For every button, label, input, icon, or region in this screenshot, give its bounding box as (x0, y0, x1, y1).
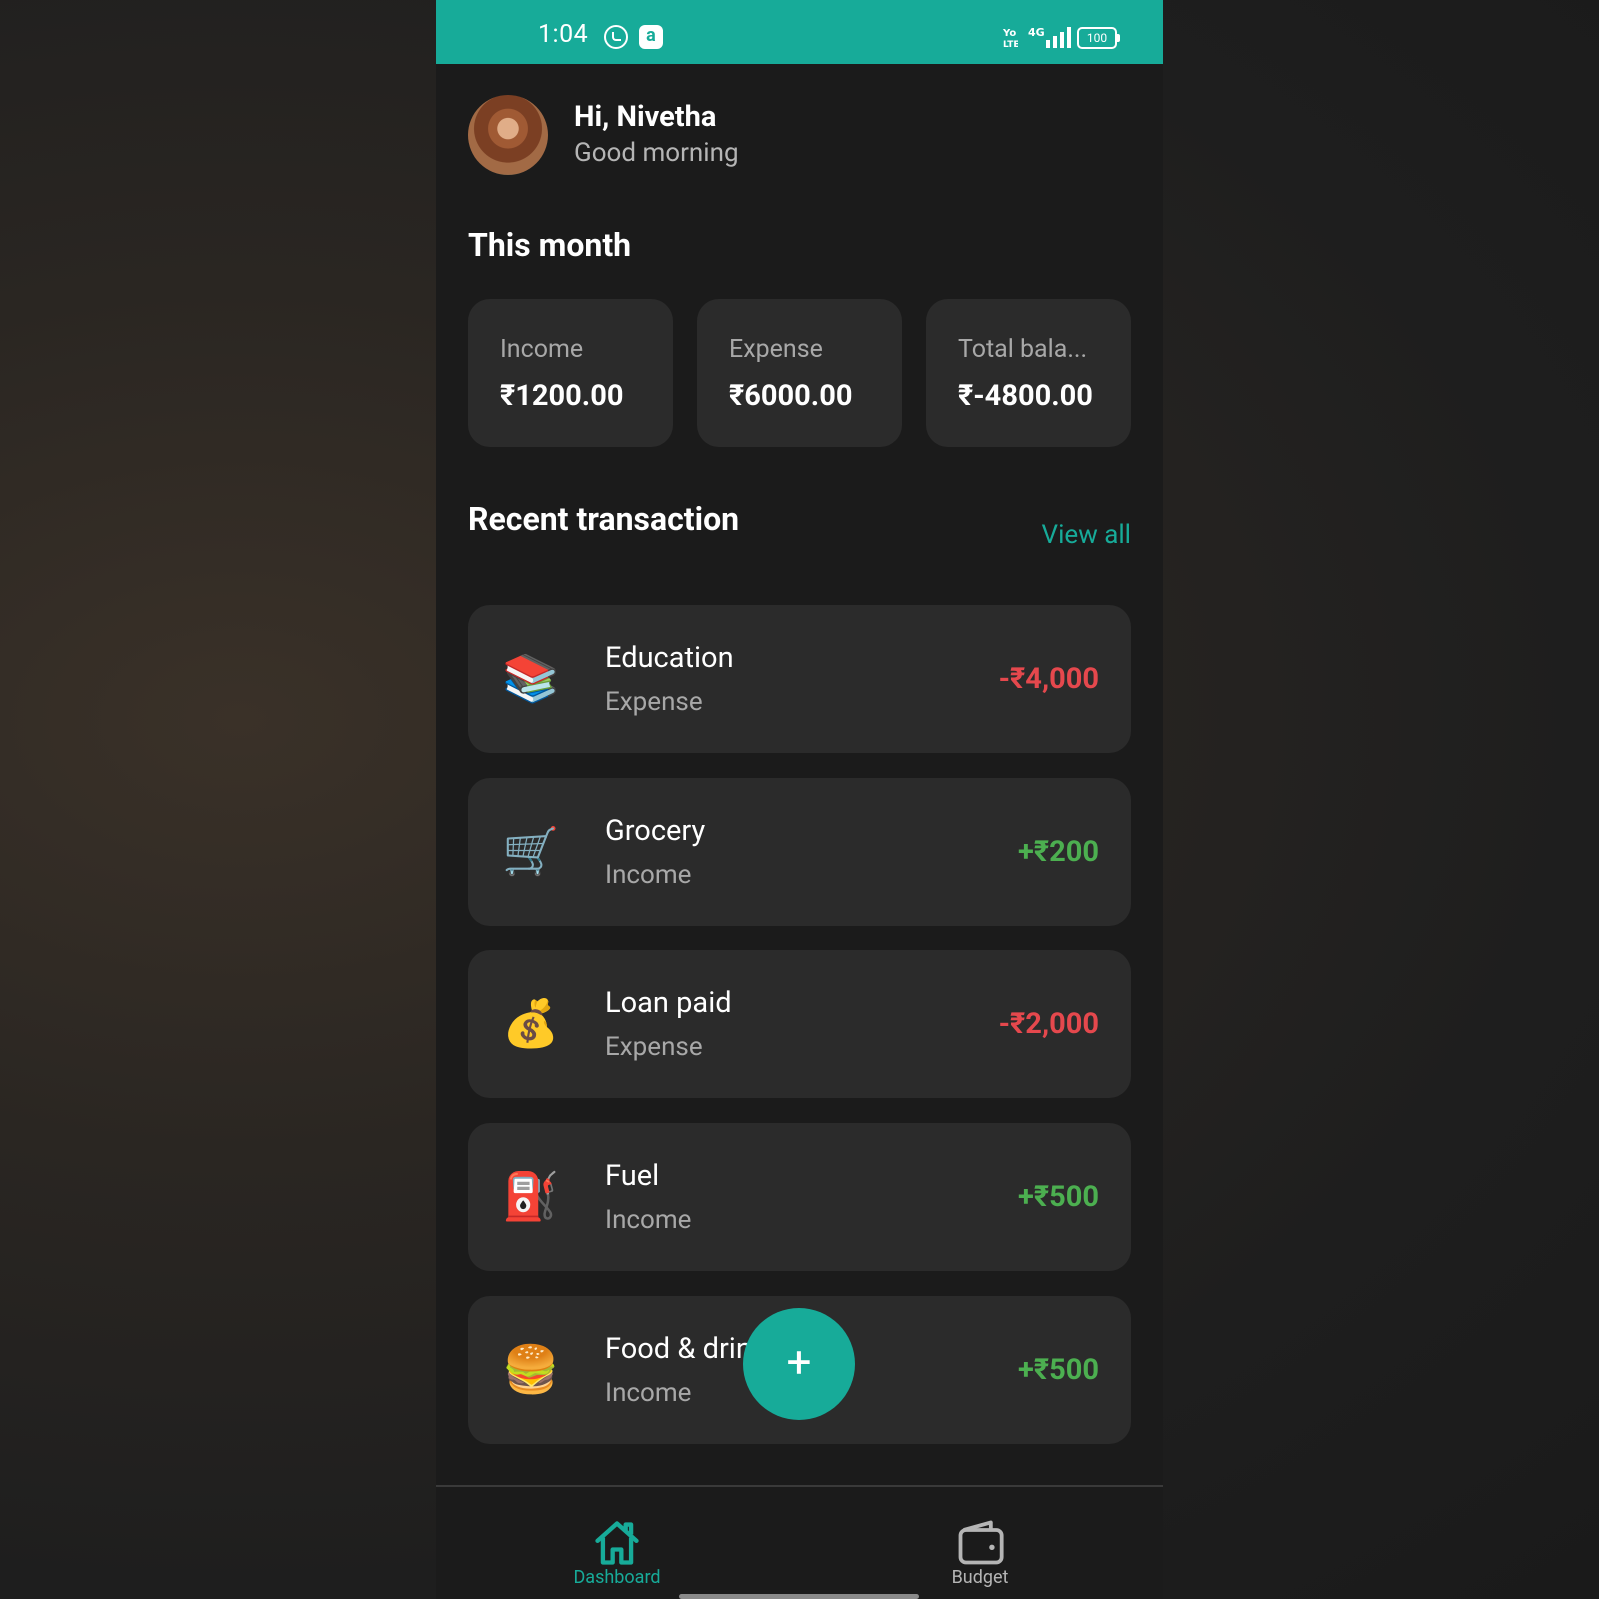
nav-label-budget: Budget (951, 1567, 1009, 1588)
svg-text:4G: 4G (1028, 26, 1045, 39)
total-balance-label: Total bala... (958, 335, 1088, 364)
phone-screen: 1:04 a Yo LTE 4G 100 Hi, Nivetha Good mo… (436, 0, 1163, 1599)
transaction-name: Food & drin (605, 1332, 752, 1366)
transaction-name: Education (605, 641, 734, 675)
burger-icon: 🍔 (502, 1343, 560, 1397)
bottom-navigation: Dashboard Budget (436, 1485, 1163, 1599)
money-bag-icon: 💰 (502, 997, 560, 1051)
total-balance-value: ₹-4800.00 (958, 379, 1093, 413)
section-title-this-month: This month (468, 226, 632, 264)
whatsapp-icon (604, 25, 628, 49)
battery-icon: 100 (1077, 27, 1120, 49)
volte-icon: Yo LTE (1002, 28, 1018, 48)
transaction-row-loan-paid[interactable]: 💰 Loan paid Expense -₹2,000 (468, 950, 1131, 1098)
transaction-type: Income (605, 860, 692, 890)
signal-icon: 4G (1028, 26, 1071, 48)
transaction-type: Income (605, 1378, 692, 1408)
transaction-row-fuel[interactable]: ⛽ Fuel Income +₹500 (468, 1123, 1131, 1271)
greeting-title: Hi, Nivetha (574, 100, 717, 134)
home-indicator[interactable] (679, 1594, 919, 1599)
status-time: 1:04 (538, 20, 589, 49)
shopping-cart-icon: 🛒 (502, 825, 560, 879)
home-icon (595, 1521, 639, 1565)
status-bar: 1:04 a Yo LTE 4G 100 (436, 0, 1163, 64)
avatar[interactable] (468, 95, 548, 175)
transaction-amount: +₹500 (1018, 1353, 1099, 1387)
transaction-type: Income (605, 1205, 692, 1235)
transaction-row-grocery[interactable]: 🛒 Grocery Income +₹200 (468, 778, 1131, 926)
transaction-name: Fuel (605, 1159, 660, 1193)
transaction-amount: -₹2,000 (998, 1007, 1099, 1041)
add-transaction-button[interactable]: + (743, 1308, 855, 1420)
greeting-subtitle: Good morning (574, 138, 739, 168)
svg-text:LTE: LTE (1003, 40, 1018, 48)
transaction-amount: +₹500 (1018, 1180, 1099, 1214)
nav-item-budget[interactable]: Budget (900, 1487, 1060, 1599)
transaction-amount: -₹4,000 (998, 662, 1099, 696)
view-all-link[interactable]: View all (1042, 520, 1131, 550)
transaction-row-education[interactable]: 📚 Education Expense -₹4,000 (468, 605, 1131, 753)
expense-card[interactable]: Expense ₹6000.00 (697, 299, 902, 447)
total-balance-card[interactable]: Total bala... ₹-4800.00 (926, 299, 1131, 447)
expense-value: ₹6000.00 (729, 379, 853, 413)
nav-label-dashboard: Dashboard (573, 1567, 661, 1588)
transaction-name: Loan paid (605, 986, 732, 1020)
amazon-icon: a (639, 25, 663, 49)
section-title-recent-transaction: Recent transaction (468, 500, 740, 538)
expense-label: Expense (729, 335, 823, 364)
income-label: Income (500, 335, 584, 364)
svg-text:Yo: Yo (1002, 28, 1016, 39)
wallet-icon (958, 1520, 1004, 1565)
transaction-type: Expense (605, 687, 703, 717)
nav-item-dashboard[interactable]: Dashboard (537, 1487, 697, 1599)
income-card[interactable]: Income ₹1200.00 (468, 299, 673, 447)
books-icon: 📚 (502, 652, 560, 706)
transaction-type: Expense (605, 1032, 703, 1062)
fuel-pump-icon: ⛽ (502, 1170, 560, 1224)
transaction-amount: +₹200 (1018, 835, 1099, 869)
transaction-name: Grocery (605, 814, 706, 848)
income-value: ₹1200.00 (500, 379, 624, 413)
